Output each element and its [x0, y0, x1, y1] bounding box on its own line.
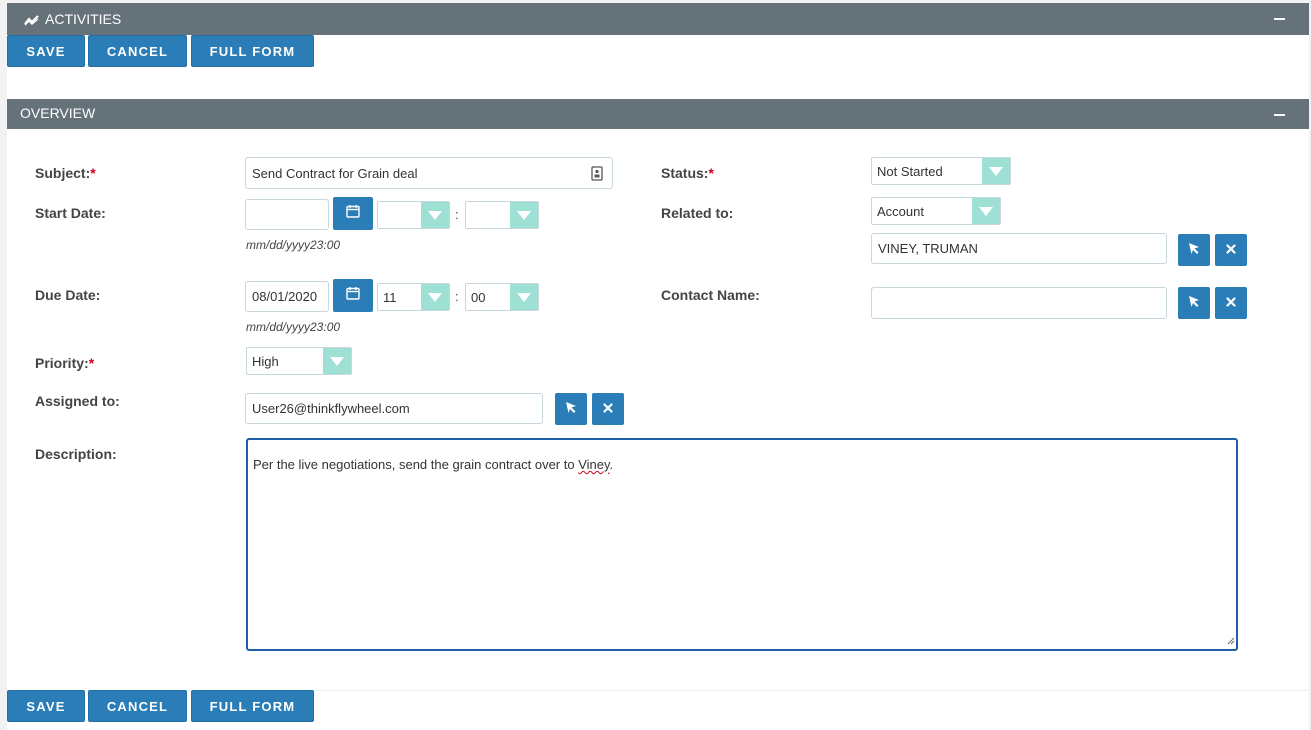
- activities-panel-header[interactable]: ACTIVITIES: [7, 3, 1309, 35]
- minus-icon[interactable]: [1274, 114, 1285, 116]
- assigned-to-clear-button[interactable]: [592, 393, 624, 425]
- save-button[interactable]: SAVE: [7, 690, 85, 722]
- contact-card-icon: [591, 166, 603, 184]
- start-minute-select[interactable]: [465, 201, 539, 229]
- chevron-down-icon: [972, 198, 1000, 224]
- close-x-icon: [1226, 241, 1236, 259]
- cancel-button[interactable]: CANCEL: [88, 35, 187, 67]
- due-hour-select[interactable]: 11: [377, 283, 450, 311]
- minus-icon[interactable]: [1274, 18, 1285, 20]
- calendar-icon: [346, 204, 360, 223]
- contact-name-select-button[interactable]: [1178, 287, 1210, 319]
- start-date-label: Start Date:: [35, 205, 106, 221]
- chevron-down-icon: [982, 158, 1010, 184]
- chevron-down-icon: [421, 284, 449, 310]
- resize-handle-icon[interactable]: [1227, 633, 1235, 648]
- full-form-button[interactable]: FULL FORM: [191, 35, 314, 67]
- overview-panel-header[interactable]: OVERVIEW: [7, 99, 1309, 129]
- save-button[interactable]: SAVE: [7, 35, 85, 67]
- contact-name-label: Contact Name:: [661, 287, 760, 303]
- overview-title: OVERVIEW: [20, 105, 96, 121]
- due-time-separator: :: [455, 289, 459, 304]
- close-x-icon: [603, 400, 613, 418]
- cursor-arrow-icon: [1187, 294, 1201, 313]
- cursor-arrow-icon: [1187, 241, 1201, 260]
- related-to-label: Related to:: [661, 205, 734, 221]
- related-to-select-button[interactable]: [1178, 234, 1210, 266]
- related-to-record-input[interactable]: VINEY, TRUMAN: [871, 233, 1167, 264]
- chevron-down-icon: [421, 202, 449, 228]
- subject-input[interactable]: Send Contract for Grain deal: [245, 157, 613, 189]
- chevron-down-icon: [510, 284, 538, 310]
- contact-name-clear-button[interactable]: [1215, 287, 1247, 319]
- assigned-to-label: Assigned to:: [35, 393, 120, 409]
- description-label: Description:: [35, 446, 117, 462]
- related-to-clear-button[interactable]: [1215, 234, 1247, 266]
- start-hour-select[interactable]: [377, 201, 450, 229]
- cursor-arrow-icon: [564, 400, 578, 419]
- activities-title: ACTIVITIES: [45, 11, 122, 27]
- subject-label: Subject:*: [35, 165, 96, 181]
- assigned-to-input[interactable]: User26@thinkflywheel.com: [245, 393, 543, 424]
- due-minute-select[interactable]: 00: [465, 283, 539, 311]
- activity-chart-icon: [24, 13, 40, 31]
- status-label: Status:*: [661, 165, 714, 181]
- start-date-format-hint: mm/dd/yyyy23:00: [246, 238, 341, 252]
- close-x-icon: [1226, 294, 1236, 312]
- start-date-input[interactable]: [245, 199, 329, 230]
- priority-label: Priority:*: [35, 355, 95, 371]
- priority-select[interactable]: High: [246, 347, 352, 375]
- due-date-label: Due Date:: [35, 287, 101, 303]
- contact-name-input[interactable]: [871, 287, 1167, 319]
- full-form-button[interactable]: FULL FORM: [191, 690, 314, 722]
- due-date-format-hint: mm/dd/yyyy23:00: [246, 320, 341, 334]
- chevron-down-icon: [510, 202, 538, 228]
- status-select[interactable]: Not Started: [871, 157, 1011, 185]
- cancel-button[interactable]: CANCEL: [88, 690, 187, 722]
- assigned-to-select-button[interactable]: [555, 393, 587, 425]
- description-textarea[interactable]: Per the live negotiations, send the grai…: [246, 438, 1238, 651]
- related-to-type-select[interactable]: Account: [871, 197, 1001, 225]
- chevron-down-icon: [323, 348, 351, 374]
- due-date-calendar-button[interactable]: [333, 279, 373, 312]
- misspelled-word: Viney: [578, 457, 610, 472]
- start-time-separator: :: [455, 207, 459, 222]
- start-date-calendar-button[interactable]: [333, 197, 373, 230]
- due-date-input[interactable]: 08/01/2020: [245, 281, 329, 312]
- calendar-icon: [346, 286, 360, 305]
